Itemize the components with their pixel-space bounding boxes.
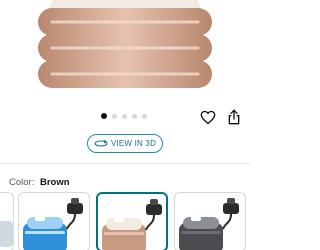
color-label: Color:	[9, 177, 35, 188]
gray-tub-thumbnail-icon	[179, 198, 239, 250]
tub-thumbnail-icon	[0, 221, 13, 247]
blue-tub-thumbnail-icon	[23, 198, 83, 250]
carousel-indicator	[101, 112, 147, 120]
carousel-dot[interactable]	[122, 113, 127, 119]
carousel-dot[interactable]	[132, 113, 137, 119]
color-selection-label: Color: Brown	[9, 177, 70, 188]
carousel-dot-active[interactable]	[101, 113, 107, 119]
selected-color-value: Brown	[39, 177, 70, 188]
color-swatch-gray[interactable]	[174, 192, 246, 250]
inflatable-bathtub-image	[38, 0, 212, 88]
color-swatch-partial[interactable]	[0, 192, 14, 250]
add-to-list-button[interactable]	[199, 108, 217, 126]
view-in-3d-label: VIEW IN 3D	[110, 139, 157, 148]
heart-outline-icon	[200, 110, 216, 124]
view-in-3d-button[interactable]: VIEW IN 3D	[87, 134, 163, 153]
color-swatch-list	[0, 192, 250, 250]
share-button[interactable]	[225, 108, 243, 126]
product-image-carousel[interactable]	[0, 0, 250, 100]
brown-tub-thumbnail-icon	[102, 199, 162, 250]
carousel-dot[interactable]	[112, 113, 117, 119]
3d-rotate-icon	[94, 140, 108, 147]
share-icon	[228, 109, 240, 125]
section-divider	[0, 163, 250, 164]
color-swatch-brown[interactable]	[96, 192, 168, 250]
color-swatch-blue[interactable]	[18, 192, 90, 250]
carousel-dot[interactable]	[142, 113, 147, 119]
